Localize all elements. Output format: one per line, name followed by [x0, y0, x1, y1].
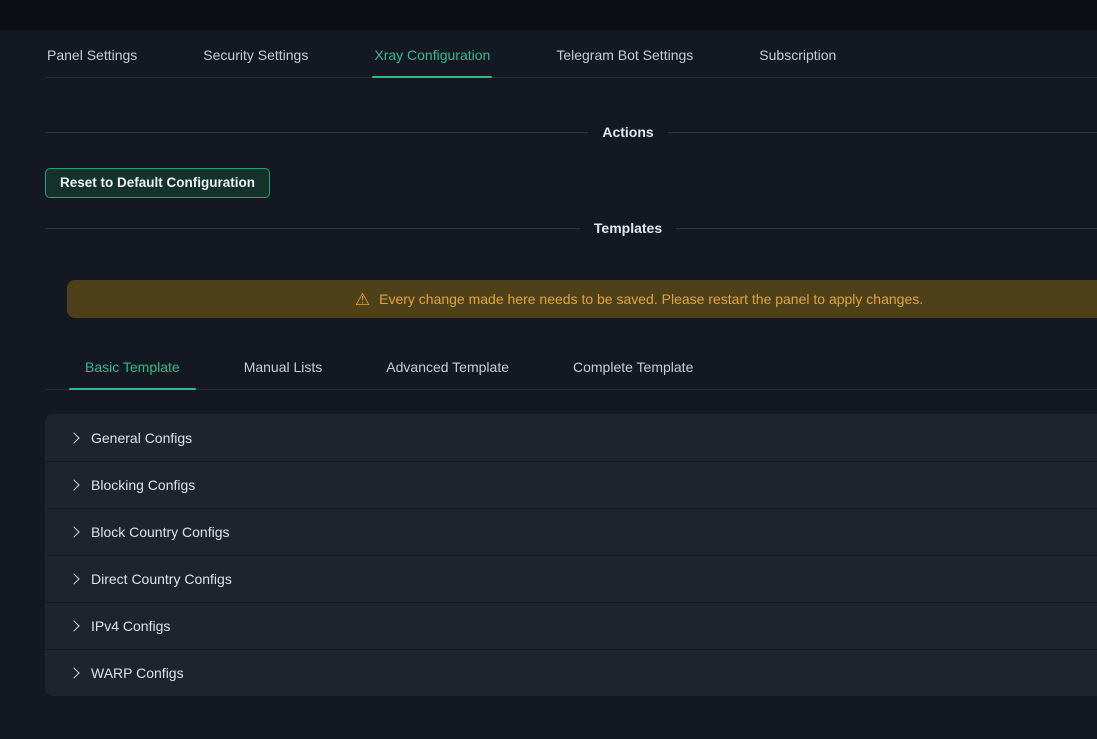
restart-warning-alert: ⚠ Every change made here needs to be sav… [67, 280, 1097, 318]
chevron-right-icon [68, 573, 79, 584]
chevron-right-icon [68, 620, 79, 631]
settings-tabs: Panel Settings Security Settings Xray Co… [45, 36, 1097, 78]
tab-basic-template[interactable]: Basic Template [69, 348, 196, 389]
template-tabs: Basic Template Manual Lists Advanced Tem… [45, 348, 1097, 390]
accordion-item-label: Block Country Configs [91, 524, 230, 540]
tab-complete-template[interactable]: Complete Template [557, 348, 709, 389]
template-config-accordion: General Configs Blocking Configs Block C… [45, 414, 1097, 696]
tab-security-settings[interactable]: Security Settings [201, 36, 310, 77]
settings-content: Panel Settings Security Settings Xray Co… [45, 36, 1097, 696]
divider-line [668, 132, 1097, 133]
templates-divider-label: Templates [580, 218, 676, 238]
divider-line [45, 228, 580, 229]
chevron-right-icon [68, 667, 79, 678]
accordion-item-ipv4-configs[interactable]: IPv4 Configs [45, 602, 1097, 649]
accordion-item-blocking-configs[interactable]: Blocking Configs [45, 461, 1097, 508]
divider-line [45, 132, 588, 133]
tab-telegram-bot-settings[interactable]: Telegram Bot Settings [554, 36, 695, 77]
accordion-item-label: IPv4 Configs [91, 618, 170, 634]
accordion-item-label: WARP Configs [91, 665, 184, 681]
accordion-item-direct-country-configs[interactable]: Direct Country Configs [45, 555, 1097, 602]
warning-triangle-icon: ⚠ [355, 291, 370, 308]
accordion-item-label: General Configs [91, 430, 192, 446]
reset-default-config-button[interactable]: Reset to Default Configuration [45, 168, 270, 198]
tab-manual-lists[interactable]: Manual Lists [228, 348, 339, 389]
accordion-item-general-configs[interactable]: General Configs [45, 414, 1097, 461]
xray-settings-page: Panel Settings Security Settings Xray Co… [0, 0, 1097, 739]
warning-alert-text: Every change made here needs to be saved… [379, 291, 923, 307]
accordion-item-label: Blocking Configs [91, 477, 195, 493]
actions-divider-label: Actions [588, 122, 667, 142]
divider-line [676, 228, 1097, 229]
chevron-right-icon [68, 526, 79, 537]
accordion-item-block-country-configs[interactable]: Block Country Configs [45, 508, 1097, 555]
tab-xray-configuration[interactable]: Xray Configuration [372, 36, 492, 77]
accordion-item-warp-configs[interactable]: WARP Configs [45, 649, 1097, 696]
tab-panel-settings[interactable]: Panel Settings [45, 36, 139, 77]
tab-subscription[interactable]: Subscription [757, 36, 838, 77]
chevron-right-icon [68, 432, 79, 443]
chevron-right-icon [68, 479, 79, 490]
templates-divider: Templates [45, 218, 1097, 238]
top-app-bar [0, 0, 1097, 30]
tab-advanced-template[interactable]: Advanced Template [370, 348, 525, 389]
accordion-item-label: Direct Country Configs [91, 571, 232, 587]
actions-divider: Actions [45, 122, 1097, 142]
